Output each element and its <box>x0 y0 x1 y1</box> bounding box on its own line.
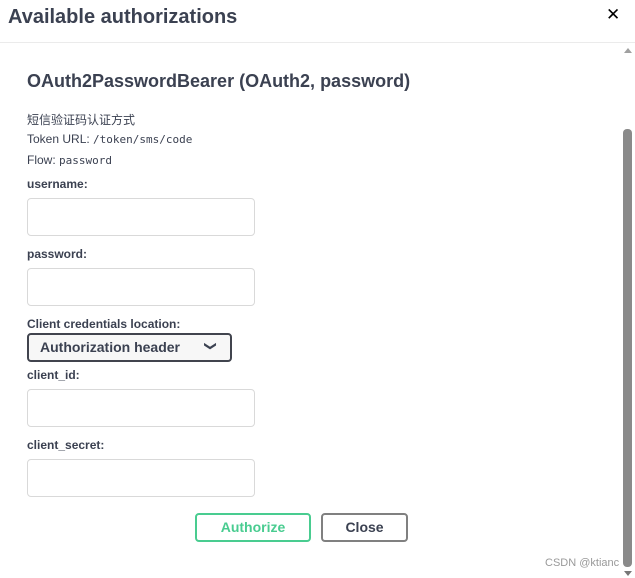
token-url-value: /token/sms/code <box>93 133 193 146</box>
client-secret-label: client_secret: <box>27 438 105 452</box>
scroll-up-arrow-icon[interactable] <box>624 48 632 53</box>
modal-title: Available authorizations <box>8 6 238 28</box>
client-secret-input[interactable] <box>27 459 255 497</box>
chevron-down-icon: ❯ <box>203 340 218 352</box>
flow-label: Flow: <box>27 153 56 167</box>
modal-header: Available authorizations ✕ <box>0 0 635 43</box>
scheme-title: OAuth2PasswordBearer (OAuth2, password) <box>27 71 411 91</box>
scrollbar-thumb[interactable] <box>623 129 632 567</box>
token-url-label: Token URL: <box>27 132 90 146</box>
client-id-input[interactable] <box>27 389 255 427</box>
username-input[interactable] <box>27 198 255 236</box>
client-location-select[interactable]: Authorization header ❯ <box>27 333 232 362</box>
client-location-label: Client credentials location: <box>27 317 181 331</box>
token-url: Token URL: /token/sms/code <box>27 132 192 146</box>
client-id-label: client_id: <box>27 368 80 382</box>
username-label: username: <box>27 177 88 191</box>
password-label: password: <box>27 247 88 261</box>
scheme-description: 短信验证码认证方式 <box>27 113 136 127</box>
watermark: CSDN @ktianc <box>545 557 620 569</box>
client-location-value: Authorization header <box>40 339 181 355</box>
password-input[interactable] <box>27 268 255 306</box>
authorize-button[interactable]: Authorize <box>195 513 311 542</box>
flow: Flow: password <box>27 153 112 167</box>
scroll-down-arrow-icon[interactable] <box>624 571 632 576</box>
close-button[interactable]: Close <box>321 513 408 542</box>
flow-value: password <box>59 154 112 167</box>
scrollbar[interactable] <box>621 43 635 578</box>
close-x-icon[interactable]: ✕ <box>606 5 620 25</box>
